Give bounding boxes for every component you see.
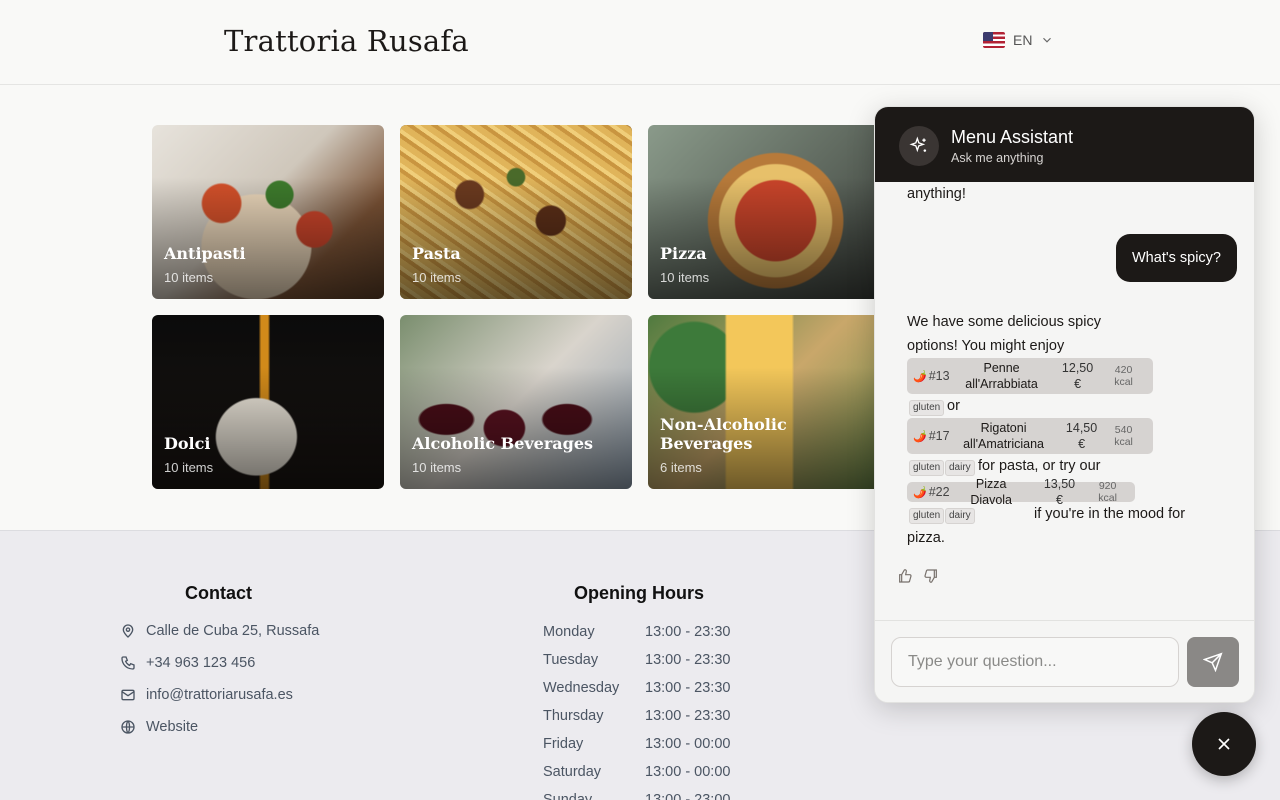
category-count: 10 items <box>164 460 214 475</box>
map-pin-icon <box>122 624 134 638</box>
opening-hours-title: Opening Hours <box>574 583 704 603</box>
category-card-dolci[interactable]: Dolci 10 items <box>152 315 384 489</box>
dish-name: Pizza Diavola <box>970 477 1012 507</box>
category-count: 10 items <box>660 270 710 285</box>
allergen-tag: gluten <box>909 508 945 524</box>
category-title: Pizza <box>660 244 707 263</box>
chat-header: Menu Assistant Ask me anything <box>875 107 1254 182</box>
dish-chip-rigatoni-amatriciana[interactable]: 🌶️ #17 Rigatoni all'Amatriciana 14,50 € 54… <box>907 418 1153 454</box>
restaurant-name[interactable]: Trattoria Rusafa <box>224 24 469 58</box>
sparkles-icon <box>909 136 927 153</box>
dish-price: 14,50 € <box>1065 421 1098 451</box>
contact-title: Contact <box>185 583 252 603</box>
allergen-tag: dairy <box>945 460 975 476</box>
contact-website[interactable]: Website <box>120 719 198 735</box>
dish-price: 12,50 € <box>1061 361 1094 391</box>
category-count: 10 items <box>412 460 462 475</box>
language-code: EN <box>1013 32 1033 48</box>
chili-pepper-icon: 🌶️ <box>913 370 927 383</box>
hours-row: Monday 13:00 - 23:30 <box>543 624 731 640</box>
thumbs-down-icon[interactable] <box>923 568 939 584</box>
us-flag-icon <box>983 32 1005 48</box>
contact-email[interactable]: info@trattoriarusafa.es <box>120 687 293 703</box>
hours-row: Thursday 13:00 - 23:30 <box>543 708 731 724</box>
category-card-pasta[interactable]: Pasta 10 items <box>400 125 632 299</box>
send-icon <box>1203 652 1223 672</box>
chili-pepper-icon: 🌶️ <box>913 430 927 443</box>
dish-name: Rigatoni all'Amatriciana <box>963 421 1044 451</box>
category-count: 10 items <box>164 270 214 285</box>
dish-chip-penne-arrabbiata[interactable]: 🌶️ #13 Penne all'Arrabbiata 12,50 € 420 kca… <box>907 358 1153 394</box>
category-title: Dolci <box>164 434 211 453</box>
bot-reply-line: if you're in the mood for <box>1034 506 1186 522</box>
category-title: Pasta <box>412 244 461 263</box>
allergen-tag: gluten <box>909 460 945 476</box>
site-header: Trattoria Rusafa EN <box>0 0 1280 85</box>
bot-reply-line: for pasta, or try our <box>978 458 1101 474</box>
thumbs-up-icon[interactable] <box>897 568 913 584</box>
send-button[interactable] <box>1187 637 1239 687</box>
hours-row: Sunday 13:00 - 23:00 <box>543 792 731 800</box>
dish-chip-pizza-diavola[interactable]: 🌶️ #22 Pizza Diavola 13,50 € 920 kcal <box>907 477 1135 507</box>
globe-icon <box>121 720 135 734</box>
language-selector[interactable]: EN <box>983 32 1054 48</box>
dish-kcal: 420 kcal <box>1114 364 1133 388</box>
chat-subtitle: Ask me anything <box>951 151 1044 165</box>
chili-pepper-icon: 🌶️ <box>913 486 927 499</box>
category-title: Alcoholic Beverages <box>412 434 594 453</box>
hours-row: Tuesday 13:00 - 23:30 <box>543 652 731 668</box>
mail-icon <box>121 689 135 701</box>
chat-panel: Menu Assistant Ask me anything anything!… <box>874 106 1255 703</box>
close-icon <box>1218 738 1230 750</box>
dish-kcal: 920 kcal <box>1098 480 1117 504</box>
contact-phone[interactable]: +34 963 123 456 <box>120 655 255 671</box>
hours-row: Friday 13:00 - 00:00 <box>543 736 731 752</box>
category-count: 6 items <box>660 460 702 475</box>
chat-messages[interactable]: anything! What's spicy? We have some del… <box>875 182 1254 620</box>
hours-row: Wednesday 13:00 - 23:30 <box>543 680 731 696</box>
chat-avatar <box>899 126 939 166</box>
hours-row: Saturday 13:00 - 00:00 <box>543 764 731 780</box>
bot-reply-line: or <box>947 398 960 414</box>
category-title: Antipasti <box>164 244 246 263</box>
chat-question-input[interactable] <box>891 637 1179 687</box>
category-card-non-alcoholic-beverages[interactable]: Non-Alcoholic Beverages 6 items <box>648 315 880 489</box>
category-card-alcoholic-beverages[interactable]: Alcoholic Beverages 10 items <box>400 315 632 489</box>
dish-name: Penne all'Arrabbiata <box>965 361 1038 391</box>
category-title: Non-Alcoholic Beverages <box>660 415 787 453</box>
bot-reply-line: pizza. <box>907 530 945 546</box>
category-count: 10 items <box>412 270 462 285</box>
category-card-pizza[interactable]: Pizza 10 items <box>648 125 880 299</box>
user-message: What's spicy? <box>1116 234 1237 282</box>
category-card-antipasti[interactable]: Antipasti 10 items <box>152 125 384 299</box>
bot-reply-line: We have some delicious spicy <box>907 314 1101 330</box>
chevron-down-icon <box>1043 37 1052 43</box>
allergen-tag: dairy <box>945 508 975 524</box>
allergen-tag: gluten <box>909 400 945 416</box>
dish-kcal: 540 kcal <box>1114 424 1133 448</box>
bot-message-tail: anything! <box>907 186 966 202</box>
bot-reply-line: options! You might enjoy <box>907 338 1065 354</box>
chat-title: Menu Assistant <box>951 127 1074 147</box>
close-chat-button[interactable] <box>1192 712 1256 776</box>
chat-composer <box>875 620 1254 702</box>
contact-address: Calle de Cuba 25, Russafa <box>120 623 319 639</box>
phone-icon <box>121 656 135 670</box>
